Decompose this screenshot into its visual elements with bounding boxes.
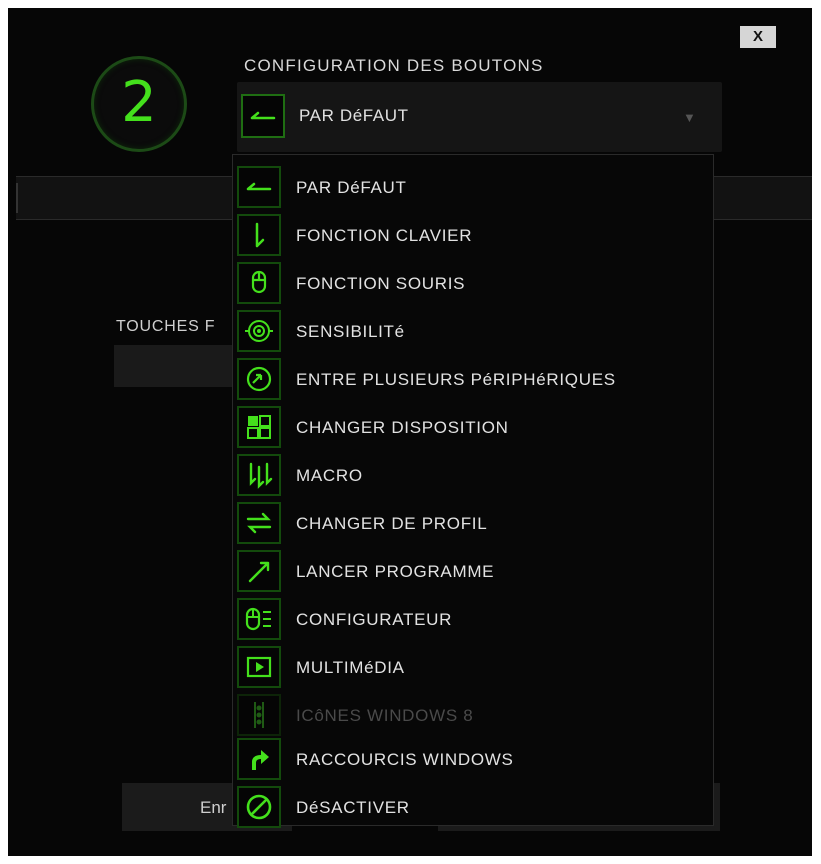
inter-device-icon <box>237 358 281 400</box>
menu-item-label: ENTRE PLUSIEURS PéRIPHéRIQUES <box>296 370 616 389</box>
menu-item-label: LANCER PROGRAMME <box>296 562 495 581</box>
menu-item-macro[interactable]: MACRO <box>233 451 713 499</box>
menu-item-switch-profile[interactable]: CHANGER DE PROFIL <box>233 499 713 547</box>
layout-grid-icon <box>237 406 281 448</box>
mouse-icon <box>237 262 281 304</box>
menu-item-disable[interactable]: DéSACTIVER <box>233 783 713 831</box>
button-number-badge: 2 <box>91 56 187 152</box>
menu-item-label: ICôNES WINDOWS 8 <box>296 706 474 725</box>
menu-item-sensitivity[interactable]: SENSIBILITé <box>233 307 713 355</box>
menu-item-change-layout[interactable]: CHANGER DISPOSITION <box>233 403 713 451</box>
menu-item-label: CONFIGURATEUR <box>296 610 453 629</box>
touches-label: TOUCHES F <box>116 318 216 335</box>
chevron-down-icon[interactable]: ▼ <box>683 110 696 125</box>
menu-item-windows8-charms: ICôNES WINDOWS 8 <box>233 691 713 739</box>
switch-arrows-icon <box>237 502 281 544</box>
windows8-charms-icon <box>237 694 281 736</box>
menu-item-multimedia[interactable]: MULTIMéDIA <box>233 643 713 691</box>
menu-item-label: MACRO <box>296 466 363 485</box>
menu-item-configurator[interactable]: CONFIGURATEUR <box>233 595 713 643</box>
menu-item-inter-device[interactable]: ENTRE PLUSIEURS PéRIPHéRIQUES <box>233 355 713 403</box>
close-button[interactable]: X <box>740 26 776 48</box>
launch-arrow-icon <box>237 550 281 592</box>
disable-icon <box>237 786 281 828</box>
arrow-left-icon <box>237 166 281 208</box>
menu-item-windows-shortcuts[interactable]: RACCOURCIS WINDOWS <box>233 735 713 783</box>
menu-item-label: SENSIBILITé <box>296 322 405 341</box>
macro-icon <box>237 454 281 496</box>
menu-item-default[interactable]: PAR DéFAUT <box>233 163 713 211</box>
save-button-label: Enr <box>200 798 227 817</box>
button-number: 2 <box>121 70 157 135</box>
menu-item-label: CHANGER DE PROFIL <box>296 514 488 533</box>
menu-item-label: FONCTION SOURIS <box>296 274 466 293</box>
dropdown-selected-value: PAR DéFAUT <box>299 106 409 125</box>
shortcut-arrow-icon <box>237 738 281 780</box>
menu-item-label: RACCOURCIS WINDOWS <box>296 750 514 769</box>
mouse-config-icon <box>237 598 281 640</box>
menu-item-label: PAR DéFAUT <box>296 178 407 197</box>
button-config-dialog: X 2 CONFIGURATION DES BOUTONS PAR DéFAUT… <box>8 8 812 856</box>
menu-item-label: MULTIMéDIA <box>296 658 405 677</box>
keyboard-key-icon <box>237 214 281 256</box>
play-icon <box>237 646 281 688</box>
menu-item-launch-program[interactable]: LANCER PROGRAMME <box>233 547 713 595</box>
menu-item-label: DéSACTIVER <box>296 798 410 817</box>
assignment-menu: PAR DéFAUT FONCTION CLAVIER FONCTION SOU… <box>232 154 714 828</box>
menu-item-label: FONCTION CLAVIER <box>296 226 473 245</box>
section-title: CONFIGURATION DES BOUTONS <box>244 56 544 75</box>
menu-item-mouse-function[interactable]: FONCTION SOURIS <box>233 259 713 307</box>
arrow-left-icon <box>241 94 285 138</box>
menu-item-keyboard-function[interactable]: FONCTION CLAVIER <box>233 211 713 259</box>
menu-item-label: CHANGER DISPOSITION <box>296 418 509 437</box>
assignment-dropdown[interactable]: PAR DéFAUT ▼ <box>237 82 722 152</box>
target-icon <box>237 310 281 352</box>
